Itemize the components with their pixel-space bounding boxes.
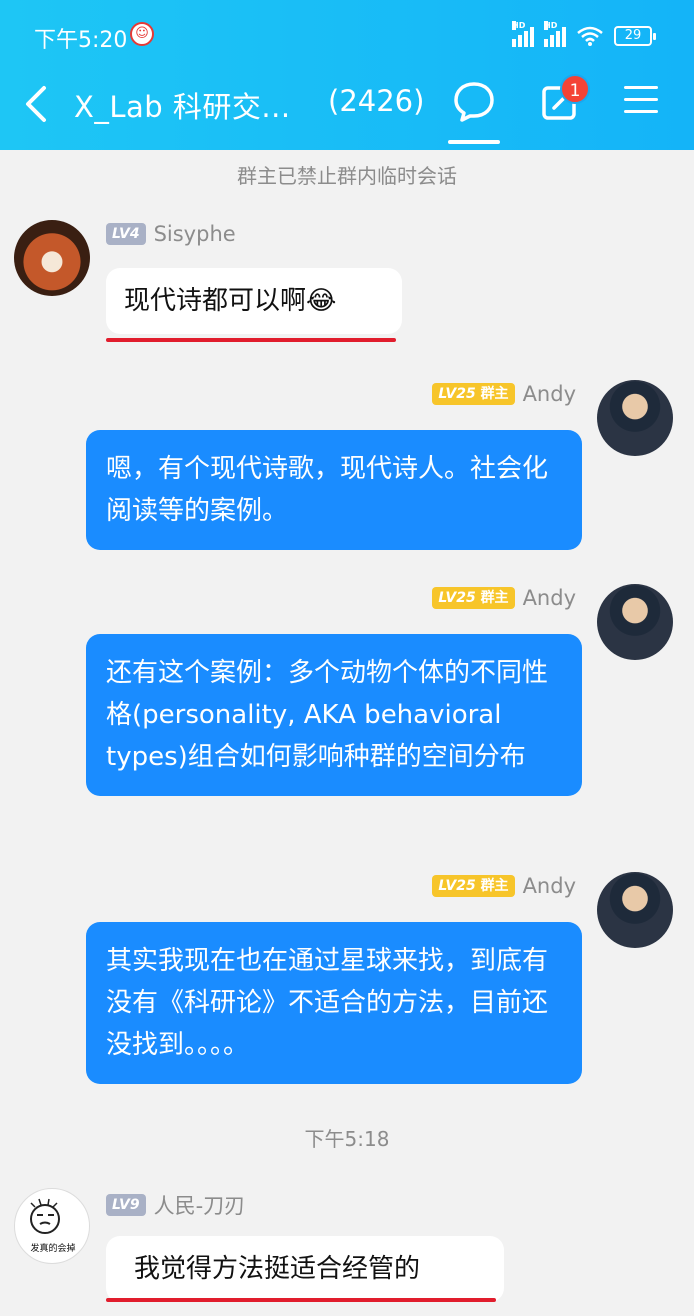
message-bubble[interactable]: 其实我现在也在通过星球来找，到底有没有《科研论》不适合的方法，目前还没找到。。。… [86, 922, 582, 1084]
notification-emoji-icon: ☺ [130, 22, 154, 46]
chat-bubble-icon[interactable] [448, 72, 500, 146]
avatar[interactable]: 发真的会掉 [14, 1188, 90, 1264]
battery-icon: 29 [614, 26, 656, 46]
chat-title[interactable]: X_Lab 科研交... [74, 84, 291, 126]
message-meta: LV4 Sisyphe [106, 222, 236, 246]
status-bar: 下午5:20 ☺ HD HD 29 [0, 0, 694, 70]
sender-name[interactable]: 人民-刀刃 [154, 1190, 246, 1220]
owner-badge: LV25 群主 [432, 875, 515, 897]
level-badge: LV4 [106, 223, 146, 245]
menu-icon[interactable] [624, 86, 664, 122]
message-bubble[interactable]: 还有这个案例：多个动物个体的不同性格(personality, AKA beha… [86, 634, 582, 796]
active-tab-indicator [448, 140, 500, 144]
status-time: 下午5:20 [34, 28, 128, 53]
signal-icon: HD [512, 21, 534, 47]
message-bubble[interactable]: 嗯，有个现代诗歌，现代诗人。社会化阅读等的案例。 [86, 430, 582, 550]
status-icons: HD HD 29 [512, 21, 656, 48]
sender-name[interactable]: Andy [523, 382, 576, 406]
red-underline [106, 1298, 496, 1302]
owner-badge: LV25 群主 [432, 383, 515, 405]
sender-name[interactable]: Andy [523, 586, 576, 610]
avatar[interactable] [597, 872, 673, 948]
message-meta: LV25 群主 Andy [432, 586, 576, 610]
level-badge: LV9 [106, 1194, 146, 1216]
nav-bar: X_Lab 科研交... (2426) 1 [0, 70, 694, 150]
sender-name[interactable]: Sisyphe [154, 222, 236, 246]
member-count: (2426) [328, 84, 425, 118]
back-button[interactable] [18, 80, 58, 128]
signal-icon: HD [544, 21, 566, 47]
wifi-icon [577, 26, 603, 46]
avatar[interactable] [14, 220, 90, 296]
message-bubble[interactable]: 我觉得方法挺适合经管的 [106, 1236, 504, 1302]
owner-badge: LV25 群主 [432, 587, 515, 609]
message-meta: LV9 人民-刀刃 [106, 1190, 245, 1220]
sketch-face-icon: 发真的会掉 [30, 1198, 76, 1254]
message-meta: LV25 群主 Andy [432, 382, 576, 406]
avatar[interactable] [597, 380, 673, 456]
avatar[interactable] [597, 584, 673, 660]
header: 下午5:20 ☺ HD HD 29 X_Lab 科研交... (2426) 1 [0, 0, 694, 150]
svg-text:发真的会掉: 发真的会掉 [30, 1242, 75, 1254]
message-meta: LV25 群主 Andy [432, 874, 576, 898]
notification-badge: 1 [560, 74, 590, 104]
system-notice: 群主已禁止群内临时会话 [237, 164, 457, 188]
red-underline [106, 338, 396, 342]
message-bubble[interactable]: 现代诗都可以啊😂 [106, 268, 402, 334]
message-timestamp: 下午5:18 [304, 1127, 390, 1151]
sender-name[interactable]: Andy [523, 874, 576, 898]
